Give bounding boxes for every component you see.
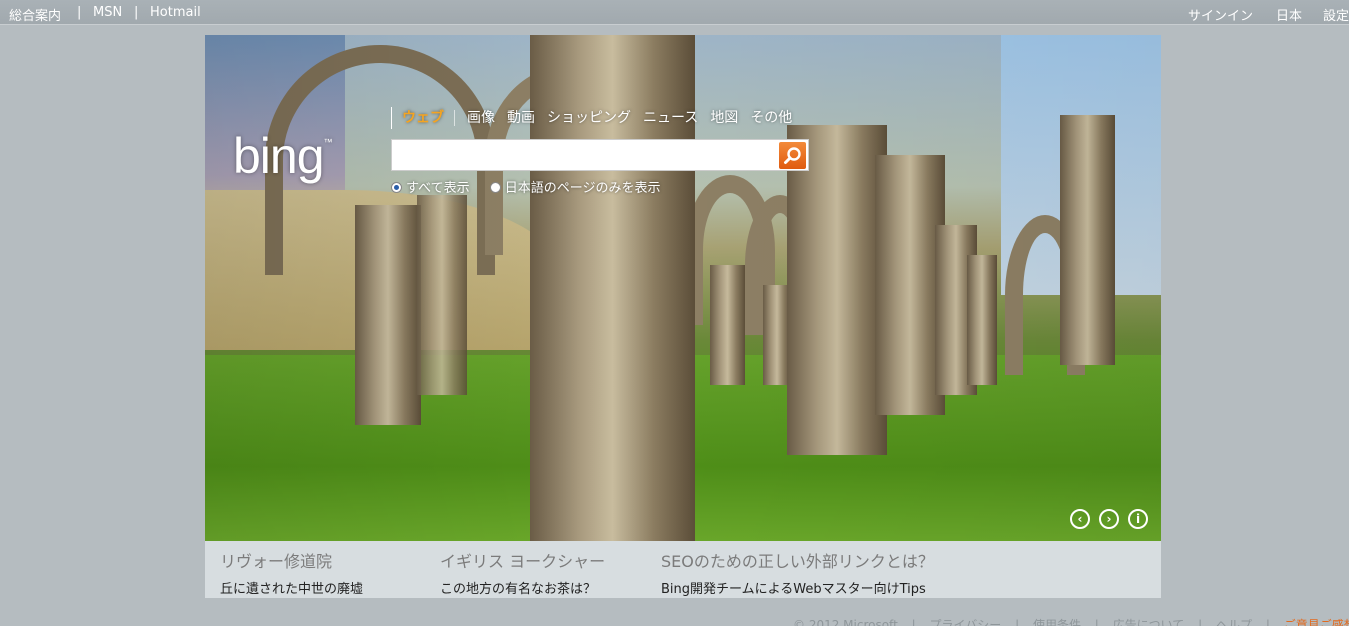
- separator: |: [1198, 618, 1203, 626]
- chevron-right-icon: ›: [1106, 512, 1112, 526]
- separator: |: [1094, 618, 1099, 626]
- advertise-link[interactable]: 広告について: [1113, 618, 1185, 626]
- search-input[interactable]: [392, 140, 780, 170]
- trademark: ™: [323, 137, 333, 147]
- tab-more[interactable]: その他: [750, 110, 792, 126]
- copyright: © 2012 Microsoft: [793, 618, 898, 626]
- nav-link-msn[interactable]: MSN: [93, 5, 122, 20]
- image-info-button[interactable]: i: [1128, 509, 1148, 529]
- hotspot-subtitle: 丘に遺された中世の廃墟: [220, 582, 364, 597]
- hotspot-subtitle: この地方の有名なお茶は？: [440, 582, 597, 597]
- hero-image: bing™ ウェブ 画像 動画 ショッピング ニュース 地図 その他 すべて表示 日本語のペ…: [205, 35, 1161, 541]
- nav-link-portal[interactable]: 総合案内: [9, 5, 61, 24]
- tab-images[interactable]: 画像: [467, 110, 495, 126]
- tab-news[interactable]: ニュース: [643, 110, 698, 126]
- search-icon: [784, 147, 801, 164]
- settings-link[interactable]: 設定: [1323, 5, 1349, 24]
- hotspot-item[interactable]: イギリス ヨークシャー この地方の有名なお茶は？: [440, 548, 605, 597]
- separator: |: [77, 5, 82, 20]
- language-filter: すべて表示 日本語のページのみを表示: [391, 177, 676, 196]
- help-link[interactable]: ヘルプ: [1216, 618, 1252, 626]
- radio-all[interactable]: すべて表示: [391, 177, 470, 196]
- privacy-link[interactable]: プライバシー: [929, 618, 1001, 626]
- feedback-link[interactable]: ご意見ご感想: [1284, 618, 1349, 626]
- bing-logo[interactable]: bing™: [233, 127, 333, 185]
- hotspot-item[interactable]: リヴォー修道院 丘に遺された中世の廃墟: [220, 548, 363, 597]
- chevron-left-icon: ‹: [1077, 512, 1083, 526]
- hotspot-title: リヴォー修道院: [220, 552, 333, 571]
- hotspot-subtitle: Bing開発チームによるWebマスター向けTips: [661, 582, 926, 597]
- separator: |: [1015, 618, 1020, 626]
- radio-selected-icon: [391, 182, 402, 193]
- separator: |: [1265, 618, 1270, 626]
- next-image-button[interactable]: ›: [1099, 509, 1119, 529]
- separator: |: [911, 618, 916, 626]
- tab-shopping[interactable]: ショッピング: [547, 110, 631, 126]
- terms-link[interactable]: 使用条件: [1033, 618, 1081, 626]
- top-bar: 総合案内 | MSN | Hotmail サインイン 日本 設定: [0, 0, 1349, 25]
- search-button[interactable]: [779, 142, 806, 169]
- sign-in-link[interactable]: サインイン: [1188, 5, 1253, 24]
- previous-image-button[interactable]: ‹: [1070, 509, 1090, 529]
- radio-japanese-only[interactable]: 日本語のページのみを表示: [489, 177, 661, 196]
- separator: |: [134, 5, 139, 20]
- hotspot-item[interactable]: SEOのための正しい外部リンクとは？ Bing開発チームによるWebマスター向け…: [661, 548, 934, 597]
- footer: © 2012 Microsoft | プライバシー | 使用条件 | 広告につい…: [793, 616, 1349, 626]
- hotspot-title: SEOのための正しい外部リンクとは？: [661, 552, 934, 571]
- search-box: [391, 139, 809, 171]
- logo-text: bing: [233, 128, 325, 184]
- info-icon: i: [1135, 512, 1141, 526]
- region-link[interactable]: 日本: [1276, 5, 1302, 24]
- radio-label: 日本語のページのみを表示: [504, 181, 661, 196]
- nav-link-hotmail[interactable]: Hotmail: [150, 5, 201, 20]
- hotspot-title: イギリス ヨークシャー: [440, 552, 606, 571]
- radio-unselected-icon: [489, 182, 501, 193]
- hotspot-panel: リヴォー修道院 丘に遺された中世の廃墟 イギリス ヨークシャー この地方の有名な…: [205, 541, 1161, 598]
- tab-videos[interactable]: 動画: [507, 110, 535, 126]
- tab-web[interactable]: ウェブ: [402, 110, 455, 126]
- search-vertical-tabs: ウェブ 画像 動画 ショッピング ニュース 地図 その他: [391, 107, 804, 129]
- tab-maps[interactable]: 地図: [710, 110, 738, 126]
- radio-label: すべて表示: [406, 181, 470, 196]
